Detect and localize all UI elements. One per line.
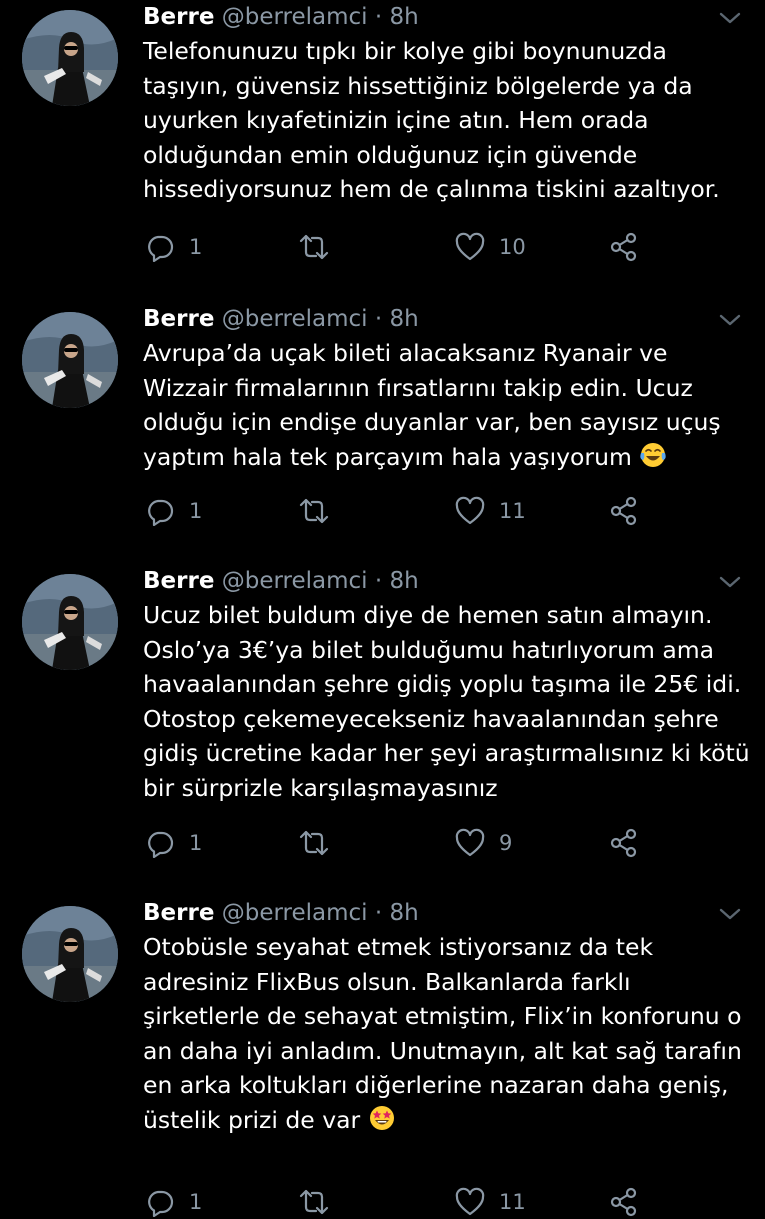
reply-button[interactable]: 1 xyxy=(145,826,202,860)
reply-count: 1 xyxy=(189,235,203,259)
tweet[interactable]: Berre @berrelamci · 8h Telefonunuzu tıpk… xyxy=(0,0,765,300)
like-count: 11 xyxy=(499,1190,526,1214)
tweet-text: Telefonunuzu tıpkı bir kolye gibi boynun… xyxy=(143,34,753,207)
display-name[interactable]: Berre xyxy=(143,568,214,594)
username[interactable]: @berrelamci xyxy=(222,568,368,594)
avatar[interactable] xyxy=(22,574,118,670)
tweet-body: Avrupa’da uçak bileti alacaksanız Ryanai… xyxy=(143,339,721,471)
profile-photo xyxy=(22,312,118,408)
reply-count: 1 xyxy=(189,1190,203,1214)
tears-of-joy-emoji-icon xyxy=(640,442,667,467)
chevron-down-icon[interactable] xyxy=(716,572,744,592)
reply-count: 1 xyxy=(189,831,203,855)
tweet-header: Berre @berrelamci · 8h xyxy=(143,898,419,928)
tweet[interactable]: Berre @berrelamci · 8h Avrupa’da uçak bi… xyxy=(0,302,765,564)
tweet-header: Berre @berrelamci · 8h xyxy=(143,304,419,334)
profile-photo xyxy=(22,906,118,1002)
tweet[interactable]: Berre @berrelamci · 8h Otobüsle seyahat … xyxy=(0,896,765,1217)
tweet-text: Ucuz bilet buldum diye de hemen satın al… xyxy=(143,598,753,805)
display-name[interactable]: Berre xyxy=(143,306,214,332)
tweet-header: Berre @berrelamci · 8h xyxy=(143,2,419,32)
timestamp[interactable]: 8h xyxy=(390,4,419,30)
share-button[interactable] xyxy=(609,230,639,264)
chevron-down-icon[interactable] xyxy=(716,904,744,924)
action-bar: 1 9 xyxy=(143,826,743,860)
tweet-text: Avrupa’da uçak bileti alacaksanız Ryanai… xyxy=(143,336,753,474)
tweet-body: Otobüsle seyahat etmek istiyorsanız da t… xyxy=(143,933,742,1134)
separator-dot: · xyxy=(374,568,383,594)
retweet-icon xyxy=(299,234,329,260)
like-count: 10 xyxy=(499,235,526,259)
username[interactable]: @berrelamci xyxy=(222,4,368,30)
retweet-icon xyxy=(299,498,329,524)
separator-dot: · xyxy=(374,306,383,332)
reply-button[interactable]: 1 xyxy=(145,1185,202,1219)
timestamp[interactable]: 8h xyxy=(390,900,419,926)
like-button[interactable]: 11 xyxy=(455,1185,526,1219)
username[interactable]: @berrelamci xyxy=(222,900,368,926)
share-button[interactable] xyxy=(609,494,639,528)
separator-dot: · xyxy=(374,900,383,926)
action-bar: 1 10 xyxy=(143,230,743,264)
action-bar: 1 11 xyxy=(143,1185,743,1219)
tweet-body: Ucuz bilet buldum diye de hemen satın al… xyxy=(143,601,750,802)
like-button[interactable]: 10 xyxy=(455,230,526,264)
share-icon xyxy=(610,828,637,858)
display-name[interactable]: Berre xyxy=(143,4,214,30)
tweet-header: Berre @berrelamci · 8h xyxy=(143,566,419,596)
like-button[interactable]: 11 xyxy=(455,494,526,528)
reply-icon xyxy=(148,499,174,526)
like-icon xyxy=(455,1187,485,1216)
tweet-text: Otobüsle seyahat etmek istiyorsanız da t… xyxy=(143,930,753,1137)
action-bar: 1 11 xyxy=(143,494,743,528)
like-icon xyxy=(455,232,485,261)
avatar[interactable] xyxy=(22,10,118,106)
timestamp[interactable]: 8h xyxy=(390,568,419,594)
reply-button[interactable]: 1 xyxy=(145,230,202,264)
tweet-body: Telefonunuzu tıpkı bir kolye gibi boynun… xyxy=(143,37,720,203)
reply-icon xyxy=(148,831,174,858)
retweet-button[interactable] xyxy=(299,826,343,860)
tweet[interactable]: Berre @berrelamci · 8h Ucuz bilet buldum… xyxy=(0,564,765,898)
username[interactable]: @berrelamci xyxy=(222,306,368,332)
reply-icon xyxy=(148,1190,174,1217)
reply-button[interactable]: 1 xyxy=(145,494,202,528)
reply-count: 1 xyxy=(189,499,203,523)
profile-photo xyxy=(22,574,118,670)
like-count: 9 xyxy=(499,831,513,855)
display-name[interactable]: Berre xyxy=(143,900,214,926)
retweet-button[interactable] xyxy=(299,494,343,528)
separator-dot: · xyxy=(374,4,383,30)
chevron-down-icon[interactable] xyxy=(716,310,744,330)
chevron-down-icon[interactable] xyxy=(716,8,744,28)
retweet-icon xyxy=(299,1189,329,1215)
retweet-button[interactable] xyxy=(299,230,343,264)
share-icon xyxy=(610,496,637,526)
share-button[interactable] xyxy=(609,1185,639,1219)
share-icon xyxy=(610,232,637,262)
retweet-button[interactable] xyxy=(299,1185,343,1219)
avatar[interactable] xyxy=(22,906,118,1002)
timeline: Berre @berrelamci · 8h Telefonunuzu tıpk… xyxy=(0,0,765,1217)
avatar[interactable] xyxy=(22,312,118,408)
timestamp[interactable]: 8h xyxy=(390,306,419,332)
like-button[interactable]: 9 xyxy=(455,826,512,860)
profile-photo xyxy=(22,10,118,106)
like-icon xyxy=(455,496,485,525)
like-icon xyxy=(455,828,485,857)
share-button[interactable] xyxy=(609,826,639,860)
share-icon xyxy=(610,1187,637,1217)
star-struck-emoji-icon xyxy=(369,1105,394,1130)
retweet-icon xyxy=(299,830,329,856)
reply-icon xyxy=(148,235,174,262)
like-count: 11 xyxy=(499,499,526,523)
